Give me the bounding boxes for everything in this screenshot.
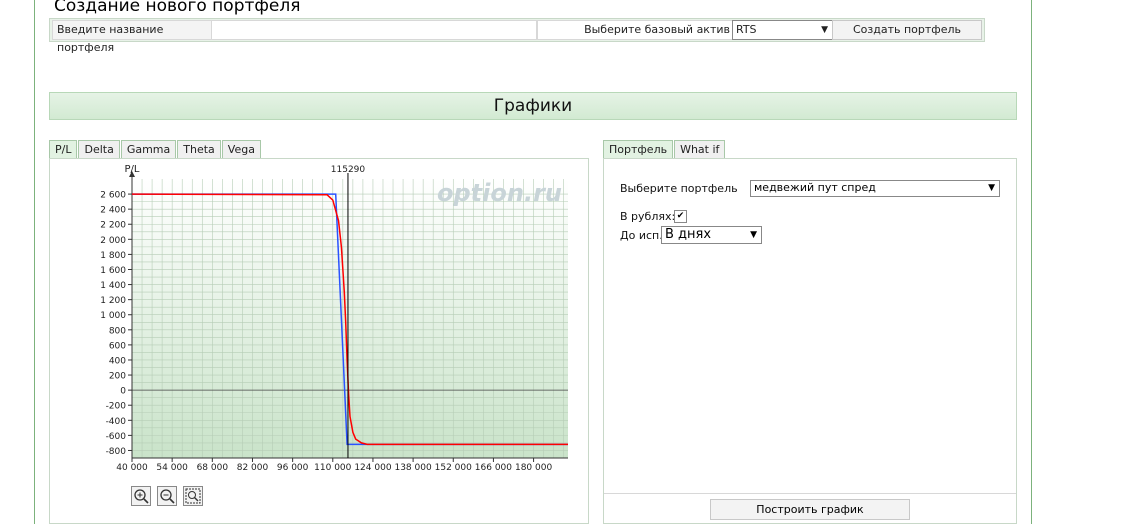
zoom-reset-icon (185, 488, 201, 504)
y-tick-label: 2 000 (100, 236, 126, 246)
base-asset-select[interactable]: RTS ▼ (732, 20, 833, 40)
y-tick-label: 2 600 (100, 191, 126, 201)
watermark: option.ru (437, 179, 562, 207)
page-frame-right (1031, 0, 1032, 524)
chevron-down-icon: ▼ (821, 25, 828, 35)
x-tick-label: 166 000 (475, 463, 512, 473)
tab-vega[interactable]: Vega (221, 140, 261, 158)
chevron-down-icon: ▼ (750, 230, 757, 240)
rubles-label: В рублях: (620, 210, 676, 223)
chart-tabs: P/L Delta Gamma Theta Vega (49, 140, 262, 158)
y-tick-label: 1 400 (100, 281, 126, 291)
base-asset-value: RTS (736, 23, 757, 36)
zoom-out-button[interactable] (157, 486, 177, 506)
tab-gamma[interactable]: Gamma (120, 140, 177, 158)
y-tick-label: 1 600 (100, 266, 126, 276)
zoom-reset-button[interactable] (183, 486, 203, 506)
y-tick-label: -400 (106, 417, 127, 427)
portfolio-select[interactable]: медвежий пут спред ▼ (750, 180, 1000, 197)
x-tick-label: 152 000 (435, 463, 472, 473)
pl-chart-panel: 2 600 2 400 2 200 2 000 1 800 1 600 1 400 1 200… (49, 158, 589, 524)
y-tick-label: -600 (106, 432, 127, 442)
tab-pl[interactable]: P/L (49, 140, 78, 158)
y-tick-label: 800 (109, 326, 126, 336)
y-tick-label: 1 000 (100, 311, 126, 321)
y-tick-label: 1 200 (100, 296, 126, 306)
tab-delta[interactable]: Delta (78, 140, 120, 158)
expiry-select[interactable]: В днях ▼ (661, 226, 762, 244)
y-axis-label: P/L (125, 164, 140, 175)
create-portfolio-title: Создание нового портфеля (54, 0, 301, 16)
y-tick-label: 200 (109, 372, 126, 382)
x-tick-label: 40 000 (116, 463, 148, 473)
x-tick-label: 138 000 (394, 463, 431, 473)
x-tick-label: 124 000 (354, 463, 391, 473)
x-tick-label: 54 000 (156, 463, 188, 473)
panel-divider (604, 493, 1016, 494)
portfolio-select-value: медвежий пут спред (754, 181, 876, 194)
portfolio-panel: Выберите портфель медвежий пут спред ▼ В… (603, 158, 1017, 524)
tab-what-if[interactable]: What if (674, 140, 726, 158)
x-tick-label: 110 000 (314, 463, 351, 473)
y-tick-label: 2 200 (100, 221, 126, 231)
x-tick-label: 68 000 (197, 463, 229, 473)
tab-portfolio[interactable]: Портфель (603, 140, 674, 158)
y-tick-label: 1 800 (100, 251, 126, 261)
x-tick-label: 180 000 (515, 463, 552, 473)
y-tick-label: -800 (106, 447, 127, 457)
y-tick-label: 600 (109, 341, 126, 351)
y-tick-label: 0 (120, 387, 126, 397)
y-tick-label: -200 (106, 402, 127, 412)
right-tabs: Портфель What if (603, 140, 726, 158)
y-tick-label: 400 (109, 356, 126, 366)
base-asset-label: Выберите базовый актив (537, 20, 733, 40)
zoom-in-icon (134, 489, 149, 504)
select-portfolio-label: Выберите портфель (620, 182, 738, 195)
x-tick-label: 82 000 (237, 463, 269, 473)
y-tick-label: 2 400 (100, 206, 126, 216)
expiry-label: До исп.: (620, 229, 667, 242)
tab-theta[interactable]: Theta (177, 140, 221, 158)
page-frame-left (34, 0, 35, 524)
checkmark-icon: ✔ (676, 211, 685, 221)
zoom-out-icon (160, 489, 175, 504)
expiry-select-value: В днях (665, 227, 712, 242)
chevron-down-icon: ▼ (988, 183, 995, 193)
build-chart-button[interactable]: Построить график (710, 499, 910, 520)
rubles-checkbox[interactable]: ✔ (674, 210, 687, 223)
create-portfolio-button[interactable]: Создать портфель (832, 20, 982, 40)
current-price-label: 115290 (331, 165, 366, 175)
create-portfolio-form: Введите название портфеля Выберите базов… (49, 18, 985, 54)
charts-section-title: Графики (49, 92, 1017, 120)
portfolio-name-label: Введите название портфеля (52, 20, 216, 54)
zoom-in-button[interactable] (131, 486, 151, 506)
x-tick-label: 96 000 (277, 463, 309, 473)
pl-chart: 2 600 2 400 2 200 2 000 1 800 1 600 1 400 1 200… (100, 164, 568, 473)
portfolio-name-input[interactable] (211, 20, 537, 40)
